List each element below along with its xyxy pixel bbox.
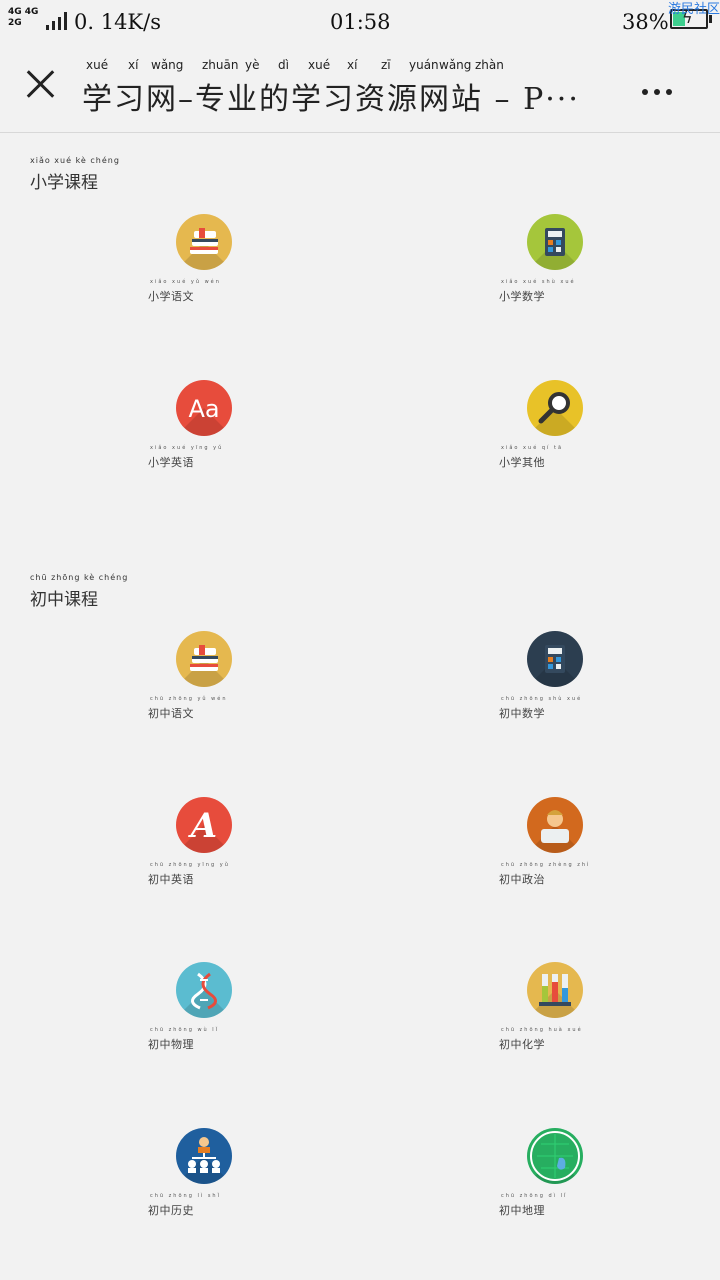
status-bar: 4G 4G 2G 0. 14K/s 01:58 38% ϟ 游民社区 xyxy=(0,0,720,44)
section-title-text: 小学课程 xyxy=(30,173,98,193)
course-tile[interactable]: chū zhōng zhèng zhì 初中政治 xyxy=(499,797,619,907)
course-label-pinyin: chū zhōng zhèng zhì xyxy=(501,862,591,868)
course-label-text: 初中地理 xyxy=(499,1204,545,1217)
clock: 01:58 xyxy=(330,10,391,34)
course-tile[interactable]: xiǎo xué qí tā 小学其他 xyxy=(499,380,619,490)
course-label-text: 初中语文 xyxy=(148,707,194,720)
aa-letters-icon: Aa xyxy=(176,380,232,436)
letter-a-icon: A xyxy=(176,797,232,853)
course-tile[interactable]: xiǎo xué yǔ wén 小学语文 xyxy=(148,214,268,324)
title-pinyin: yè xyxy=(245,58,260,72)
svg-text:A: A xyxy=(188,806,217,846)
course-label-pinyin: chū zhōng shù xué xyxy=(501,696,583,702)
title-pinyin: xí xyxy=(128,58,139,72)
course-label-pinyin: chū zhōng huà xué xyxy=(501,1027,583,1033)
course-tile[interactable]: chū zhōng wù lǐ 初中物理 xyxy=(148,962,268,1072)
signal-icon: 4G 4G 2G xyxy=(8,8,68,30)
course-tile[interactable]: Aa xiǎo xué yīng yǔ 小学英语 xyxy=(148,380,268,490)
course-label-text: 小学英语 xyxy=(148,456,194,469)
course-tile[interactable]: xiǎo xué shù xué 小学数学 xyxy=(499,214,619,324)
calculator-icon xyxy=(527,631,583,687)
person-icon xyxy=(527,797,583,853)
title-pinyin: xué xyxy=(308,58,331,72)
course-label-text: 初中政治 xyxy=(499,873,545,886)
course-label-text: 初中历史 xyxy=(148,1204,194,1217)
course-label-pinyin: xiǎo xué qí tā xyxy=(501,445,564,451)
course-label-text: 初中英语 xyxy=(148,873,194,886)
page-title: xué xí wǎng zhuān yè dì xué xí zī yuán wǎng zhàn 学习… xyxy=(82,58,612,124)
course-tile[interactable]: chū zhōng yǔ wén 初中语文 xyxy=(148,631,268,741)
title-pinyin: zhàn xyxy=(475,58,504,72)
section-title-pinyin: xiǎo xué kè chéng xyxy=(30,156,120,165)
title-pinyin: wǎng xyxy=(151,58,184,72)
books-icon xyxy=(176,631,232,687)
svg-text:Aa: Aa xyxy=(188,395,219,423)
title-pinyin: xí xyxy=(347,58,358,72)
magnifier-icon xyxy=(527,380,583,436)
course-tile[interactable]: chū zhōng shù xué 初中数学 xyxy=(499,631,619,741)
course-tile[interactable]: chū zhōng dì lǐ 初中地理 xyxy=(499,1128,619,1238)
corner-watermark: 游民社区 xyxy=(667,2,720,17)
title-pinyin: dì xyxy=(278,58,289,72)
section-title-primary: xiǎo xué kè chéng 小学课程 xyxy=(30,156,119,193)
course-tile[interactable]: Achū zhōng yīng yǔ 初中英语 xyxy=(148,797,268,907)
course-label-pinyin: chū zhōng dì lǐ xyxy=(501,1193,568,1199)
course-label-pinyin: chū zhōng yīng yǔ xyxy=(150,862,230,868)
calculator-icon xyxy=(527,214,583,270)
course-label-pinyin: chū zhōng wù lǐ xyxy=(150,1027,220,1033)
course-label-text: 初中化学 xyxy=(499,1038,545,1051)
network-type-bottom: 2G xyxy=(8,18,22,28)
course-tile[interactable]: chū zhōng huà xué 初中化学 xyxy=(499,962,619,1072)
title-pinyin: wǎng xyxy=(439,58,472,72)
course-label-text: 小学其他 xyxy=(499,456,545,469)
title-pinyin: yuán xyxy=(409,58,439,72)
course-label-pinyin: chū zhōng yǔ wén xyxy=(150,696,228,702)
network-speed: 0. 14K/s xyxy=(74,10,161,34)
section-title-pinyin: chū zhōng kè chéng xyxy=(30,573,129,582)
more-options-button[interactable] xyxy=(642,80,682,120)
org-chart-icon xyxy=(176,1128,232,1184)
course-label-pinyin: xiǎo xué yīng yǔ xyxy=(150,445,224,451)
page-title-text: 学习网–专业的学习资源网站 – P··· xyxy=(82,82,580,117)
test-tubes-icon xyxy=(527,962,583,1018)
network-type-top: 4G 4G xyxy=(8,7,39,17)
globe-icon xyxy=(527,1128,583,1184)
title-pinyin: zhuān xyxy=(202,58,239,72)
title-bar: xué xí wǎng zhuān yè dì xué xí zī yuán wǎng zhàn 学习… xyxy=(0,44,720,133)
books-icon xyxy=(176,214,232,270)
close-button[interactable] xyxy=(20,64,60,104)
title-pinyin: xué xyxy=(86,58,109,72)
course-label-pinyin: chū zhōng lì shǐ xyxy=(150,1193,221,1199)
title-pinyin: zī xyxy=(381,58,391,72)
battery-percent: 38% xyxy=(622,10,669,34)
course-tile[interactable]: chū zhōng lì shǐ 初中历史 xyxy=(148,1128,268,1238)
section-title-text: 初中课程 xyxy=(30,590,98,610)
section-title-middle: chū zhōng kè chéng 初中课程 xyxy=(30,573,127,610)
course-label-pinyin: xiǎo xué yǔ wén xyxy=(150,279,221,285)
course-label-pinyin: xiǎo xué shù xué xyxy=(501,279,576,285)
course-label-text: 初中数学 xyxy=(499,707,545,720)
course-label-text: 小学数学 xyxy=(499,290,545,303)
course-label-text: 小学语文 xyxy=(148,290,194,303)
dna-icon xyxy=(176,962,232,1018)
course-label-text: 初中物理 xyxy=(148,1038,194,1051)
